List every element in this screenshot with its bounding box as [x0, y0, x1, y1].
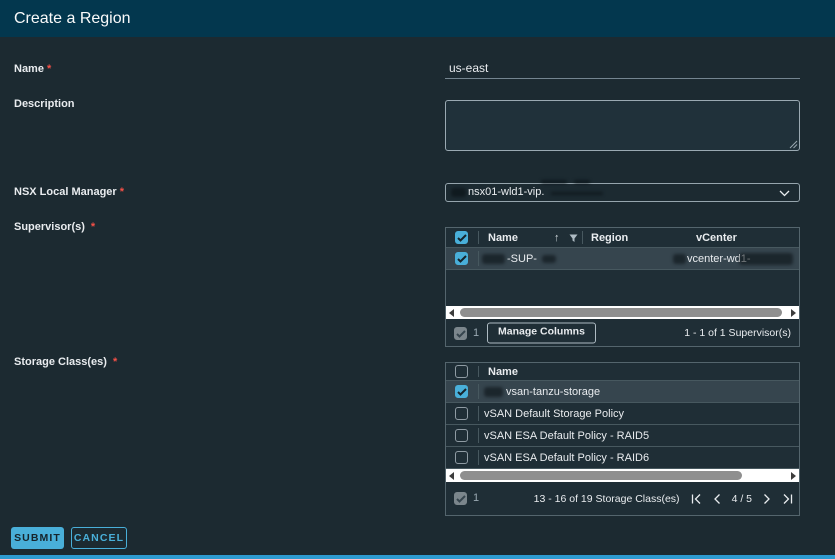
- storage-table-footer: 1 13 - 16 of 19 Storage Class(es) 4 / 5: [446, 482, 799, 515]
- first-page-icon[interactable]: [691, 493, 702, 504]
- selected-summary-checkbox: [454, 492, 467, 505]
- chevron-down-icon: [779, 190, 790, 197]
- column-divider: [478, 384, 479, 399]
- check-icon: [456, 330, 466, 338]
- column-header-region[interactable]: Region: [591, 228, 628, 248]
- description-label: Description: [14, 98, 75, 110]
- storage-classes-table: Name vsan-tanzu-storage vSAN Default Sto…: [445, 362, 800, 516]
- pagination-controls: 13 - 16 of 19 Storage Class(es) 4 / 5: [534, 493, 793, 505]
- row-checkbox[interactable]: [455, 407, 468, 420]
- storage-class-name: vSAN Default Storage Policy: [484, 408, 625, 420]
- storage-class-row[interactable]: vSAN ESA Default Policy - RAID5: [446, 425, 799, 447]
- storage-class-row[interactable]: vSAN Default Storage Policy: [446, 403, 799, 425]
- last-page-icon[interactable]: [782, 493, 793, 504]
- table-empty-area: [446, 270, 799, 306]
- storage-class-name: vSAN ESA Default Policy - RAID6: [484, 452, 650, 464]
- name-input[interactable]: us-east: [445, 58, 800, 79]
- check-icon: [457, 388, 467, 396]
- select-all-checkbox[interactable]: [455, 365, 468, 378]
- redaction: [551, 192, 603, 195]
- redaction: [484, 387, 503, 397]
- page-title: Create a Region: [14, 10, 131, 27]
- storage-class-name: vSAN ESA Default Policy - RAID5: [484, 430, 650, 442]
- redaction: [739, 253, 793, 265]
- selected-count: 1: [473, 327, 480, 339]
- bottom-accent-strip: [0, 555, 835, 559]
- nsx-local-manager-select[interactable]: nsx01-wld1-vip.: [445, 180, 800, 202]
- required-asterisk: *: [90, 221, 96, 233]
- selected-summary-checkbox: [454, 327, 467, 340]
- prev-page-icon[interactable]: [713, 493, 721, 504]
- horizontal-scrollbar: [446, 306, 799, 319]
- description-textarea[interactable]: [445, 100, 800, 151]
- redaction: [574, 180, 590, 184]
- selected-count: 1: [473, 492, 480, 504]
- sort-ascending-icon[interactable]: ↑: [554, 228, 560, 248]
- column-divider: [582, 231, 583, 244]
- name-label: Name *: [14, 63, 52, 75]
- manage-columns-button[interactable]: Manage Columns: [487, 322, 596, 344]
- select-all-checkbox[interactable]: [455, 231, 468, 244]
- column-divider: [478, 406, 479, 421]
- next-page-icon[interactable]: [763, 493, 771, 504]
- page-indicator[interactable]: 4 / 5: [732, 493, 752, 505]
- column-divider: [478, 450, 479, 465]
- storage-header-row: Name: [446, 363, 799, 381]
- supervisors-label: Supervisor(s) *: [14, 221, 96, 233]
- supervisor-row[interactable]: -SUP- vcenter-wd1-: [446, 248, 799, 270]
- row-checkbox[interactable]: [455, 252, 468, 265]
- create-region-dialog: Create a Region Name * Description NSX Lo…: [0, 0, 835, 559]
- scroll-left-arrow[interactable]: [449, 309, 454, 317]
- filter-icon[interactable]: [569, 234, 578, 243]
- name-input-value: us-east: [449, 61, 489, 75]
- supervisors-header-row: Name ↑ Region vCenter: [446, 228, 799, 248]
- check-icon: [456, 495, 466, 503]
- scroll-right-arrow[interactable]: [791, 472, 796, 480]
- check-icon: [457, 255, 467, 263]
- redaction: [673, 254, 686, 264]
- scrollbar-thumb[interactable]: [460, 308, 782, 317]
- scroll-right-arrow[interactable]: [791, 309, 796, 317]
- required-asterisk: *: [46, 63, 52, 75]
- column-divider: [478, 428, 479, 443]
- scrollbar-thumb[interactable]: [460, 471, 742, 480]
- column-header-name[interactable]: Name: [488, 363, 518, 381]
- storage-class-row[interactable]: vSAN ESA Default Policy - RAID6: [446, 447, 799, 469]
- redaction: [451, 188, 466, 197]
- supervisors-table-footer: 1 Manage Columns 1 - 1 of 1 Supervisor(s…: [446, 319, 799, 347]
- pagination-range: 1 - 1 of 1 Supervisor(s): [684, 327, 791, 339]
- redaction: [542, 255, 556, 263]
- scroll-left-arrow[interactable]: [449, 472, 454, 480]
- nsx-local-manager-label: NSX Local Manager *: [14, 186, 124, 198]
- storage-classes-label: Storage Class(es) *: [14, 356, 118, 368]
- pagination-range: 13 - 16 of 19 Storage Class(es): [533, 492, 680, 505]
- column-divider: [478, 251, 479, 266]
- redaction: [541, 180, 567, 184]
- column-header-name[interactable]: Name: [488, 228, 518, 248]
- redaction: [482, 254, 505, 264]
- submit-button[interactable]: SUBMIT: [11, 527, 64, 549]
- supervisors-table: Name ↑ Region vCenter -SUP- vcenter-wd1-: [445, 227, 800, 347]
- nsx-selected-value: nsx01-wld1-vip.: [468, 186, 545, 198]
- horizontal-scrollbar: [446, 469, 799, 482]
- dialog-header: Create a Region: [0, 0, 835, 37]
- check-icon: [457, 234, 467, 242]
- required-asterisk: *: [119, 186, 124, 198]
- row-checkbox[interactable]: [455, 451, 468, 464]
- resize-handle-icon[interactable]: [789, 140, 798, 149]
- column-header-vcenter[interactable]: vCenter: [696, 228, 737, 248]
- supervisor-name: -SUP-: [507, 253, 537, 265]
- storage-class-row[interactable]: vsan-tanzu-storage: [446, 381, 799, 403]
- row-checkbox[interactable]: [455, 385, 468, 398]
- column-divider: [478, 366, 479, 377]
- storage-class-name: vsan-tanzu-storage: [506, 386, 601, 398]
- row-checkbox[interactable]: [455, 429, 468, 442]
- column-divider: [478, 231, 479, 244]
- cancel-button[interactable]: CANCEL: [71, 527, 127, 549]
- required-asterisk: *: [112, 356, 118, 368]
